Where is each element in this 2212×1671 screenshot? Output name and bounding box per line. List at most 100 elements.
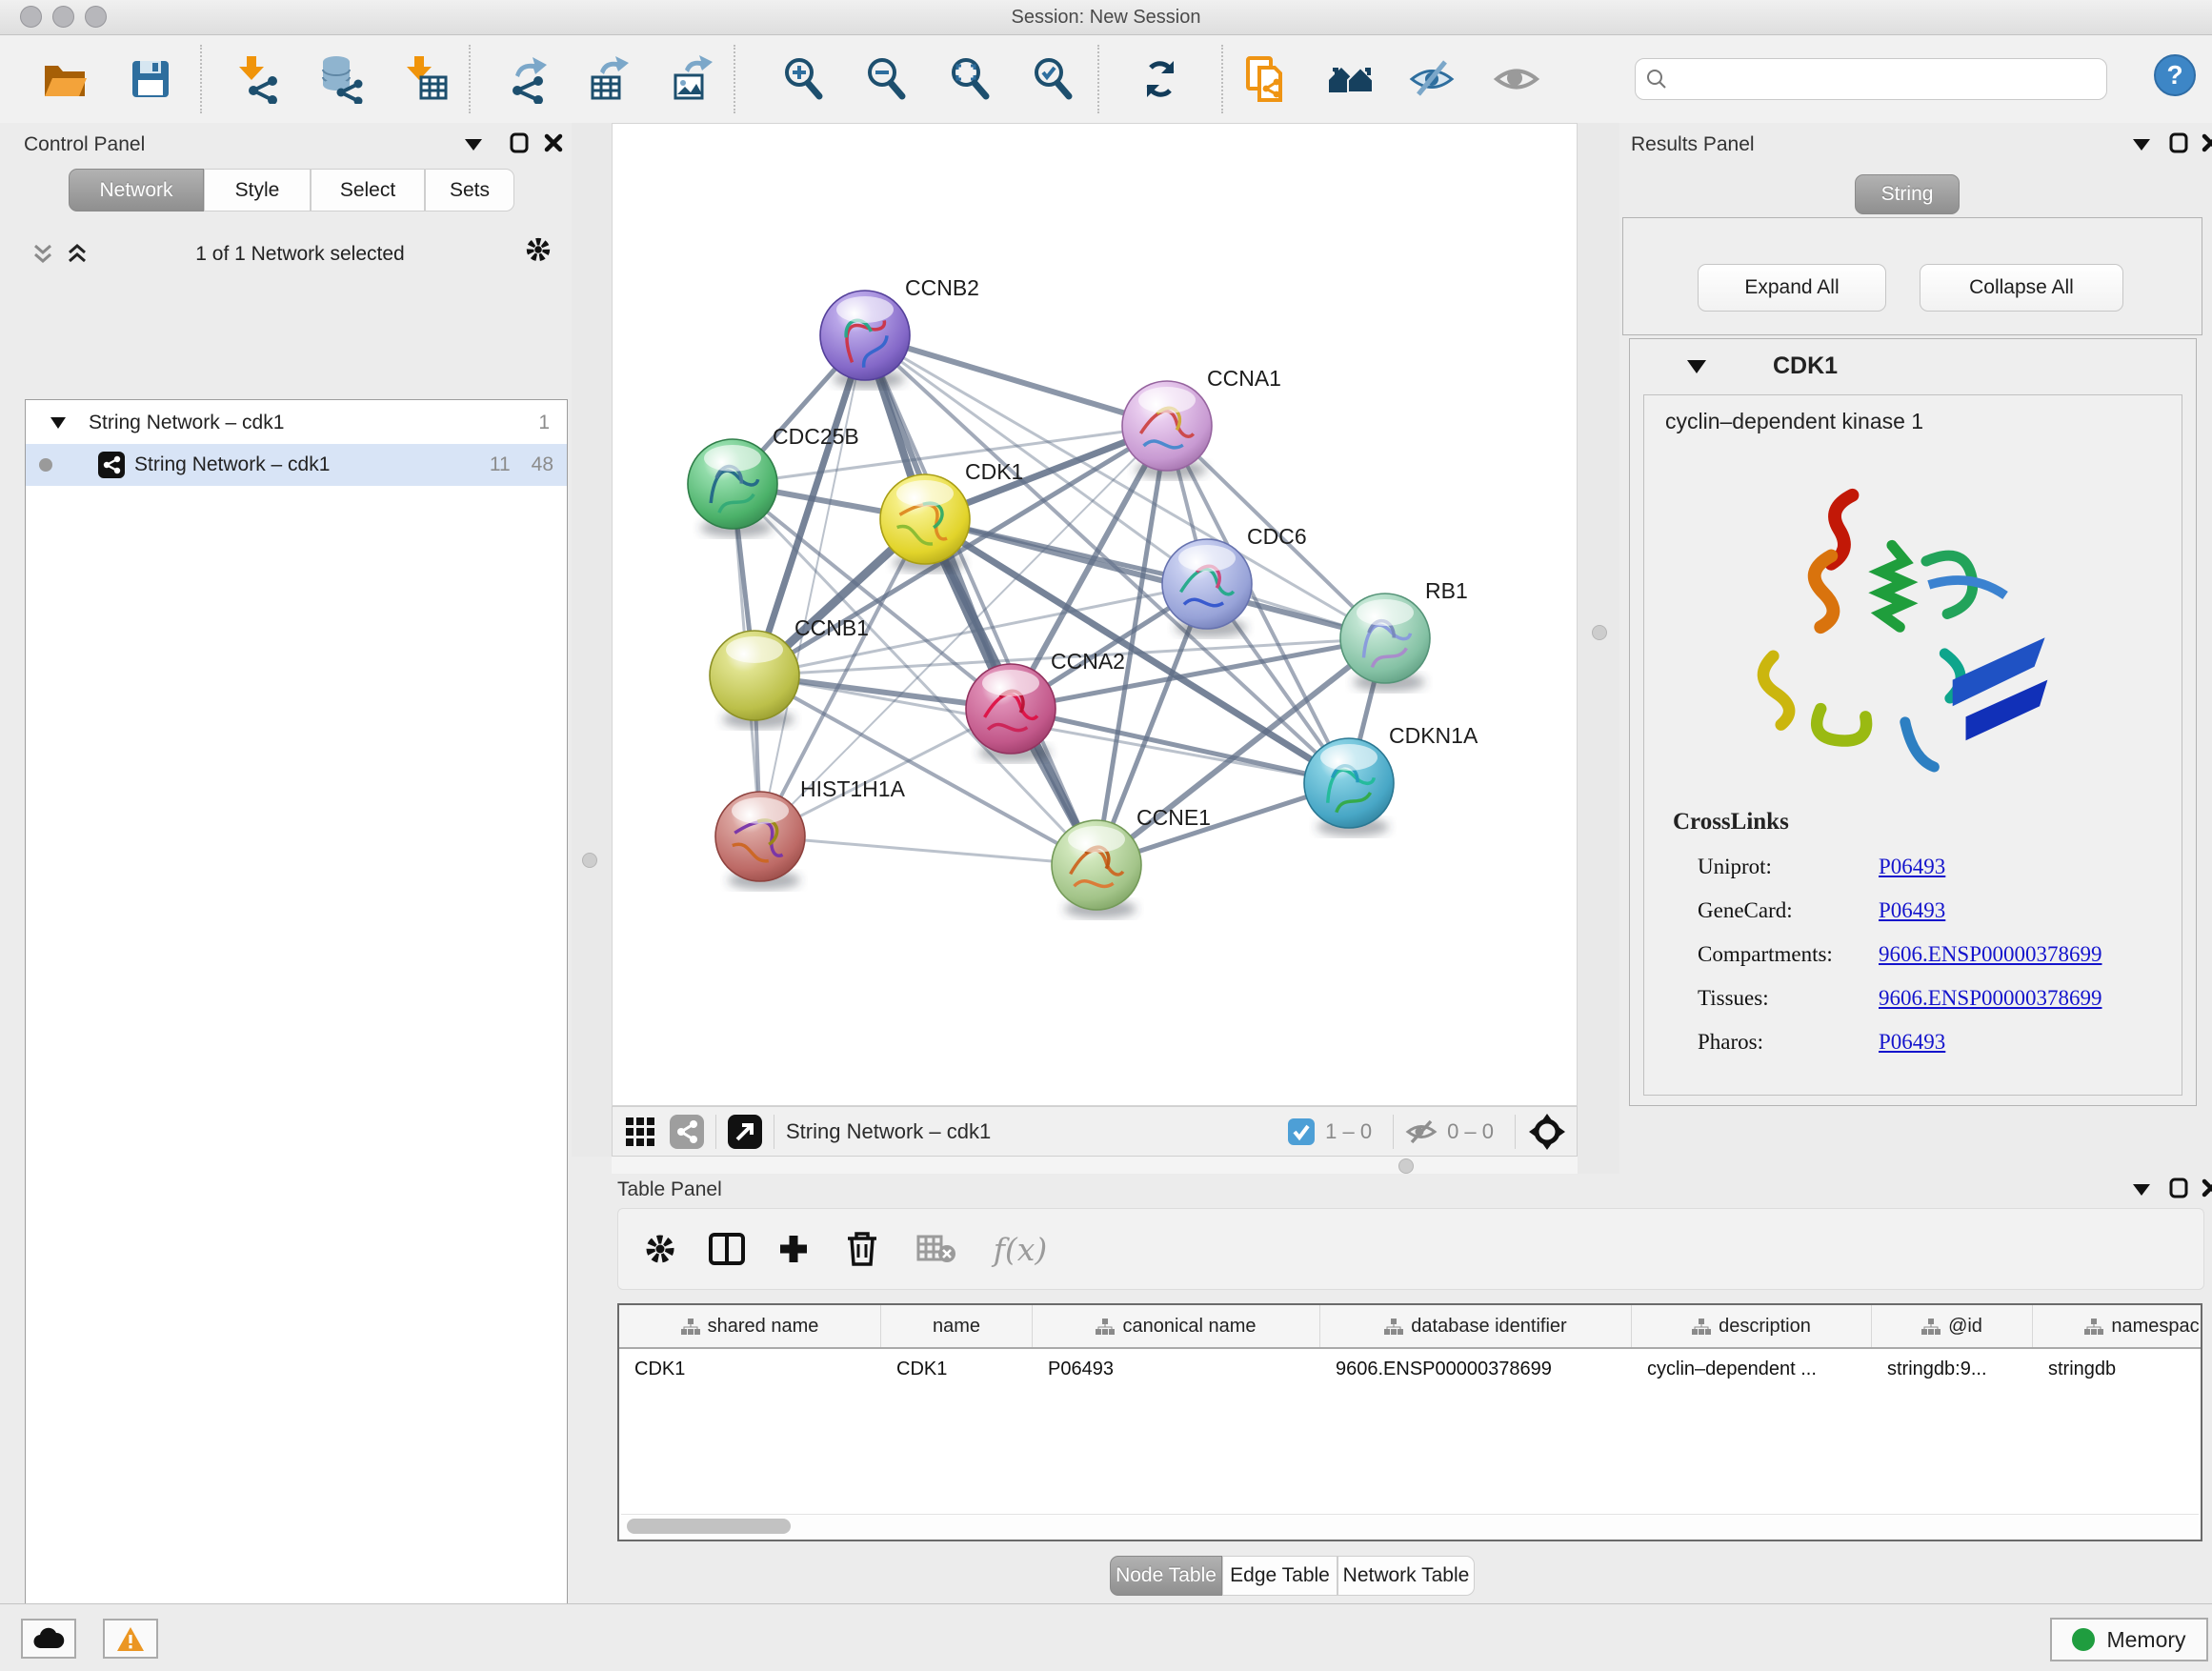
export-image-button[interactable] <box>666 52 719 106</box>
gene-section-header[interactable]: CDK1 <box>1630 339 2196 394</box>
splitter-handle[interactable] <box>1398 1158 1414 1174</box>
table-cell[interactable]: cyclin–dependent ... <box>1632 1349 1872 1389</box>
network-node-CDC25B[interactable]: CDC25B <box>688 424 859 537</box>
table-cell[interactable]: stringdb:9... <box>1872 1349 2033 1389</box>
crosslink-link[interactable]: 9606.ENSP00000378699 <box>1879 986 2102 1011</box>
selected-checkbox-icon[interactable] <box>1287 1117 1316 1146</box>
right-splitter[interactable] <box>1578 123 1619 1174</box>
column-header-name[interactable]: name <box>881 1305 1033 1347</box>
tab-sets[interactable]: Sets <box>425 169 514 211</box>
import-network-file-button[interactable] <box>231 52 284 106</box>
export-network-button[interactable] <box>500 52 553 106</box>
tab-edge-table[interactable]: Edge Table <box>1222 1556 1337 1596</box>
tab-select[interactable]: Select <box>311 169 425 211</box>
panel-float-icon[interactable] <box>2127 1179 2156 1200</box>
panel-close-icon[interactable] <box>2197 132 2212 153</box>
expand-all-networks-icon[interactable] <box>63 243 91 264</box>
table-row[interactable]: CDK1CDK1P064939606.ENSP00000378699cyclin… <box>619 1349 2201 1389</box>
search-input[interactable] <box>1676 68 2097 91</box>
network-canvas[interactable]: CCNB2CCNA1CDC25BCDK1CDC6RB1CCNB1CCNA2CDK… <box>612 123 1578 1106</box>
help-button[interactable]: ? <box>2148 49 2202 102</box>
memory-button[interactable]: Memory <box>2050 1618 2208 1661</box>
crosslink-link[interactable]: P06493 <box>1879 855 1945 879</box>
zoom-fit-button[interactable] <box>943 52 996 106</box>
tab-node-table[interactable]: Node Table <box>1110 1556 1222 1596</box>
panel-restore-icon[interactable] <box>2164 132 2193 153</box>
birdseye-toggle-button[interactable] <box>624 1116 656 1148</box>
section-caret-icon[interactable] <box>1687 360 1706 373</box>
export-table-button[interactable] <box>583 52 636 106</box>
crosshair-icon[interactable] <box>1527 1112 1567 1152</box>
expand-all-button[interactable]: Expand All <box>1698 264 1886 312</box>
tab-network[interactable]: Network <box>69 169 204 211</box>
delete-column-button[interactable] <box>837 1224 887 1274</box>
save-session-button[interactable] <box>124 52 177 106</box>
panel-restore-icon[interactable] <box>505 132 533 153</box>
network-collection-row[interactable]: String Network – cdk1 1 <box>26 402 567 444</box>
tab-string[interactable]: String <box>1855 174 1960 214</box>
panel-float-icon[interactable] <box>2127 134 2156 155</box>
network-node-RB1[interactable]: RB1 <box>1340 578 1468 692</box>
network-node-HIST1H1A[interactable]: HIST1H1A <box>715 776 906 890</box>
left-splitter[interactable] <box>572 123 612 1157</box>
function-builder-button[interactable]: f(x) <box>982 1224 1058 1274</box>
panel-restore-icon[interactable] <box>2164 1178 2193 1198</box>
network-edge-CDK1-RB1[interactable] <box>925 519 1385 638</box>
cloud-button[interactable] <box>21 1619 76 1659</box>
network-node-CCNB2[interactable]: CCNB2 <box>820 275 979 389</box>
column-header-database-identifier[interactable]: database identifier <box>1320 1305 1632 1347</box>
network-edge-CCNA2-CDKN1A[interactable] <box>1011 709 1349 783</box>
table-cell[interactable]: CDK1 <box>881 1349 1033 1389</box>
refresh-view-button[interactable] <box>1134 52 1187 106</box>
collapse-all-button[interactable]: Collapse All <box>1920 264 2123 312</box>
import-table-button[interactable] <box>400 52 453 106</box>
column-header-namespac[interactable]: namespac <box>2033 1305 2202 1347</box>
zoom-selected-button[interactable] <box>1026 52 1079 106</box>
open-session-button[interactable] <box>38 52 91 106</box>
tab-style[interactable]: Style <box>204 169 311 211</box>
column-header--id[interactable]: @id <box>1872 1305 2033 1347</box>
hide-selected-button[interactable] <box>1405 52 1458 106</box>
horizontal-splitter[interactable] <box>612 1157 1578 1174</box>
neighborhood-button[interactable] <box>1324 52 1377 106</box>
column-header-shared-name[interactable]: shared name <box>619 1305 881 1347</box>
collapse-caret-icon[interactable] <box>50 417 66 429</box>
horizontal-scrollbar[interactable] <box>621 1514 2199 1538</box>
scrollbar-thumb[interactable] <box>627 1519 791 1534</box>
collapse-all-networks-icon[interactable] <box>29 243 57 264</box>
network-info-button[interactable] <box>670 1115 704 1149</box>
show-columns-button[interactable] <box>702 1224 752 1274</box>
crosslink-link[interactable]: P06493 <box>1879 1030 1945 1055</box>
crosslink-link[interactable]: P06493 <box>1879 898 1945 923</box>
hidden-eye-slash-icon[interactable] <box>1405 1117 1438 1146</box>
panel-close-icon[interactable] <box>2197 1178 2212 1198</box>
splitter-handle[interactable] <box>582 853 597 868</box>
network-node-CDKN1A[interactable]: CDKN1A <box>1304 723 1478 836</box>
table-cell[interactable]: P06493 <box>1033 1349 1320 1389</box>
duplicate-network-button[interactable] <box>1240 52 1294 106</box>
delete-table-button[interactable] <box>912 1224 961 1274</box>
network-edge-CCNB2-CCNA1[interactable] <box>865 335 1167 426</box>
panel-float-icon[interactable] <box>459 134 488 155</box>
table-cell[interactable]: stringdb <box>2033 1349 2202 1389</box>
network-row-selected[interactable]: String Network – cdk1 11 48 <box>26 444 567 486</box>
table-settings-button[interactable] <box>635 1224 685 1274</box>
splitter-handle[interactable] <box>1592 625 1607 640</box>
column-header-canonical-name[interactable]: canonical name <box>1033 1305 1320 1347</box>
panel-close-icon[interactable] <box>539 132 568 153</box>
network-edge-HIST1H1A-CCNE1[interactable] <box>760 836 1096 865</box>
table-cell[interactable]: CDK1 <box>619 1349 881 1389</box>
import-network-database-button[interactable] <box>314 52 368 106</box>
warnings-button[interactable] <box>103 1619 158 1659</box>
network-graph[interactable]: CCNB2CCNA1CDC25BCDK1CDC6RB1CCNB1CCNA2CDK… <box>613 124 1577 1105</box>
network-node-CDK1[interactable]: CDK1 <box>880 459 1023 573</box>
zoom-in-button[interactable] <box>776 52 830 106</box>
crosslink-link[interactable]: 9606.ENSP00000378699 <box>1879 942 2102 967</box>
zoom-out-button[interactable] <box>859 52 913 106</box>
table-cell[interactable]: 9606.ENSP00000378699 <box>1320 1349 1632 1389</box>
open-in-window-button[interactable] <box>728 1115 762 1149</box>
tab-network-table[interactable]: Network Table <box>1337 1556 1475 1596</box>
column-header-description[interactable]: description <box>1632 1305 1872 1347</box>
gear-icon[interactable] <box>524 239 553 260</box>
add-column-button[interactable] <box>769 1224 818 1274</box>
